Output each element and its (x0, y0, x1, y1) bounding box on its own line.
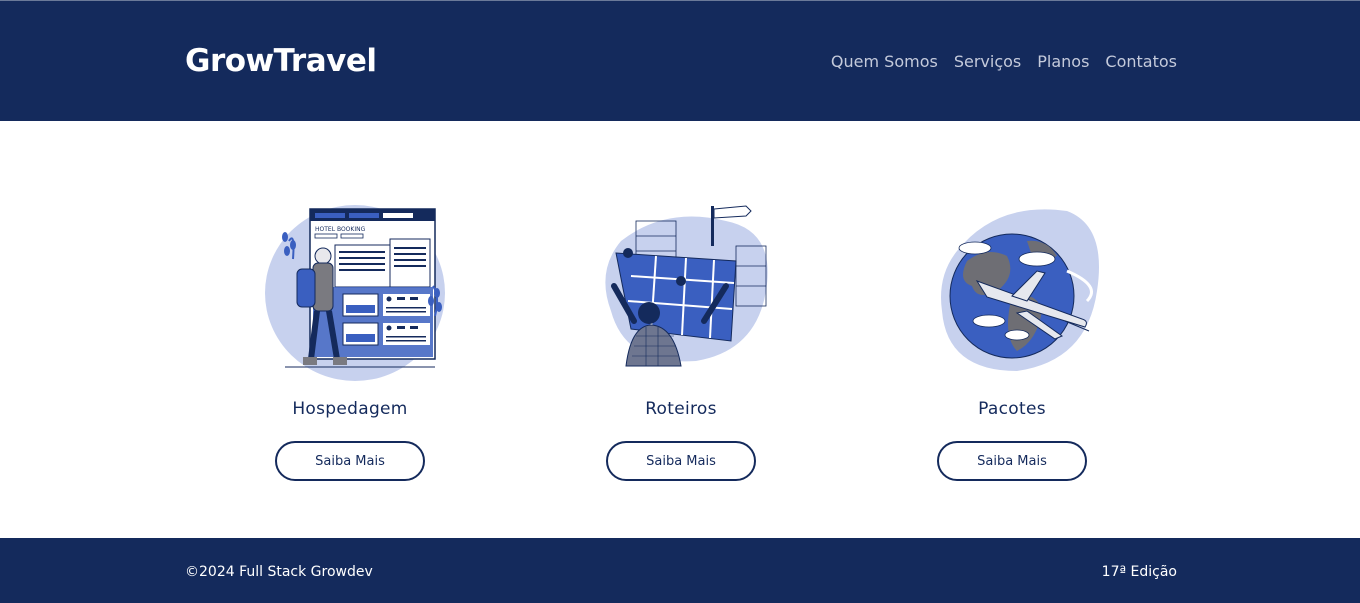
service-title: Roteiros (645, 399, 717, 419)
hotel-booking-label: HOTEL BOOKING (315, 226, 366, 233)
saiba-mais-button-pacotes[interactable]: Saiba Mais (937, 441, 1087, 481)
service-title: Pacotes (978, 399, 1046, 419)
main-nav: Quem Somos Serviços Planos Contatos (831, 52, 1177, 71)
service-card-roteiros: Roteiros Saiba Mais (556, 201, 806, 481)
services-section: HOTEL BOOKING Hospedagem Saiba Mais Rote… (0, 121, 1360, 538)
site-logo[interactable]: GrowTravel (185, 43, 377, 79)
saiba-mais-button-hospedagem[interactable]: Saiba Mais (275, 441, 425, 481)
saiba-mais-button-roteiros[interactable]: Saiba Mais (606, 441, 756, 481)
footer-copyright: ©2024 Full Stack Growdev (185, 564, 373, 580)
nav-link-planos[interactable]: Planos (1037, 52, 1089, 71)
nav-link-servicos[interactable]: Serviços (954, 52, 1021, 71)
service-card-hospedagem: HOTEL BOOKING Hospedagem Saiba Mais (225, 201, 475, 481)
hotel-booking-illustration: HOTEL BOOKING (265, 205, 445, 381)
map-reading-illustration (605, 205, 768, 367)
nav-link-contatos[interactable]: Contatos (1105, 52, 1177, 71)
footer-edition: 17ª Edição (1101, 564, 1177, 580)
service-title: Hospedagem (292, 399, 408, 419)
site-footer: ©2024 Full Stack Growdev 17ª Edição (0, 538, 1360, 603)
globe-airplane-illustration (941, 209, 1099, 371)
site-header: GrowTravel Quem Somos Serviços Planos Co… (0, 0, 1360, 121)
nav-link-quem-somos[interactable]: Quem Somos (831, 52, 938, 71)
service-card-pacotes: Pacotes Saiba Mais (887, 201, 1137, 481)
